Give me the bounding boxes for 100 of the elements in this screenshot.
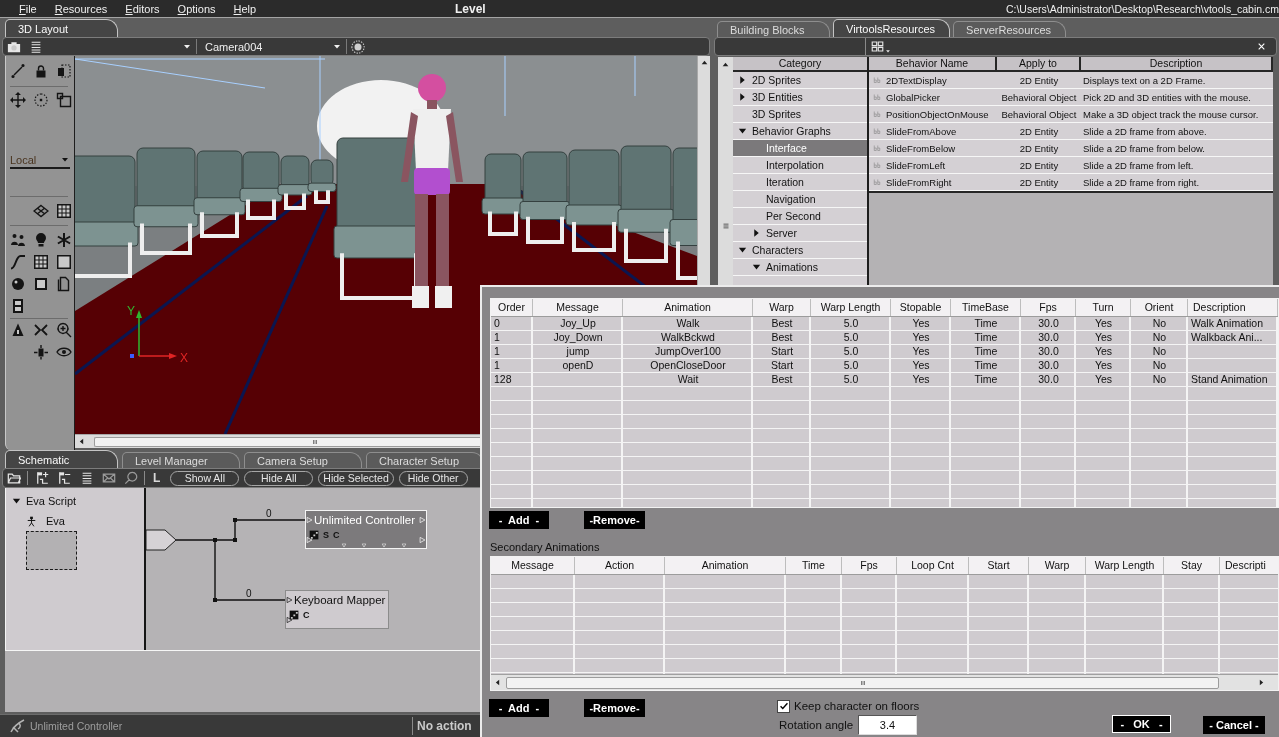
category-item[interactable]: 3D Sprites <box>733 106 867 123</box>
behavior-node[interactable]: Keyboard Mapper C <box>285 590 389 629</box>
tab[interactable]: Schematic <box>5 450 118 468</box>
parameter-port-icon[interactable] <box>340 543 348 548</box>
parameter-port-icon[interactable] <box>360 543 368 548</box>
expand-arrow-icon[interactable] <box>12 496 21 506</box>
menu-item[interactable]: Editors <box>125 2 160 15</box>
asterisk-icon[interactable] <box>56 232 72 248</box>
add-button[interactable]: - Add - <box>489 699 549 717</box>
behavior-node[interactable]: Unlimited Controller S C <box>305 510 427 549</box>
envelope-icon[interactable] <box>102 471 116 485</box>
flag-minus-icon[interactable] <box>58 471 72 485</box>
scale-icon[interactable] <box>56 92 72 108</box>
tab[interactable]: VirtoolsResources <box>833 19 951 37</box>
behavior-row[interactable]: PositionObjectOnMouse Behavioral Object Make a 3D object track the mouse cursor. <box>869 106 1273 123</box>
scroll-up-arrow[interactable] <box>699 58 709 67</box>
sphere-icon[interactable] <box>351 39 365 54</box>
people-icon[interactable] <box>10 232 26 248</box>
bulb-icon[interactable] <box>33 232 49 248</box>
tiles-icon[interactable] <box>870 40 885 53</box>
dashed-frame-icon[interactable] <box>56 63 72 79</box>
list-icon[interactable] <box>29 39 43 54</box>
camera-dropdown[interactable]: Camera004 <box>197 39 347 54</box>
filter-button[interactable]: Hide All <box>244 470 314 486</box>
crosshair-icon[interactable] <box>33 344 49 360</box>
tab[interactable]: Camera Setup <box>244 452 362 468</box>
category-item[interactable]: Iteration <box>733 174 867 191</box>
folder-icon[interactable] <box>7 471 21 485</box>
expand-arrow-icon[interactable] <box>738 245 747 255</box>
search-icon[interactable] <box>124 471 138 485</box>
category-item[interactable]: Per Second <box>733 208 867 225</box>
cross-icon[interactable] <box>33 322 49 338</box>
list-icon[interactable] <box>80 471 94 485</box>
curve-icon[interactable] <box>10 254 26 270</box>
menu-item[interactable]: Options <box>177 2 216 15</box>
grid-icon[interactable] <box>56 203 72 219</box>
grid-icon[interactable] <box>33 254 49 270</box>
behavior-row[interactable]: GlobalPicker Behavioral Object Pick 2D and 3D entities with the mouse. <box>869 89 1273 106</box>
behavior-row[interactable]: SlideFromLeft 2D Entity Slide a 2D frame from left. <box>869 157 1273 174</box>
flag-plus-icon[interactable] <box>36 471 50 485</box>
expand-arrow-icon[interactable] <box>752 262 761 272</box>
horizontal-scrollbar[interactable] <box>491 674 1278 690</box>
expand-arrow-icon[interactable] <box>738 92 747 102</box>
filter-button[interactable]: Hide Selected <box>318 470 394 486</box>
sheet-icon[interactable] <box>56 276 72 292</box>
behavior-row[interactable]: SlideFromRight 2D Entity Slide a 2D frame from right. <box>869 174 1273 191</box>
add-button[interactable]: - Add - <box>489 511 549 529</box>
caret-icon[interactable] <box>885 49 891 54</box>
tab[interactable]: Building Blocks <box>717 21 830 37</box>
menu-item[interactable]: Resources <box>54 2 108 15</box>
zoom-icon[interactable] <box>56 322 72 338</box>
cancel-button[interactable]: - Cancel - <box>1203 716 1265 734</box>
input-port-icon[interactable] <box>286 616 293 624</box>
horizontal-scrollbar[interactable] <box>75 434 480 448</box>
select-tool-icon[interactable] <box>10 63 26 79</box>
link-line[interactable] <box>175 518 306 542</box>
camera-icon[interactable] <box>7 39 21 54</box>
remove-button[interactable]: -Remove- <box>584 699 645 717</box>
film-icon[interactable] <box>10 298 26 314</box>
move-icon[interactable] <box>10 92 26 108</box>
input-port-icon[interactable] <box>286 596 293 604</box>
menu-item[interactable]: Help <box>233 2 257 15</box>
grid-plane-icon[interactable] <box>33 203 49 219</box>
scroll-left-arrow[interactable] <box>493 678 502 687</box>
square-icon[interactable] <box>33 276 49 292</box>
category-item[interactable]: 3D Entities <box>733 89 867 106</box>
behavior-row[interactable]: SlideFromAbove 2D Entity Slide a 2D frame from above. <box>869 123 1273 140</box>
ok-button[interactable]: - OK - <box>1112 715 1171 733</box>
scroll-thumb[interactable] <box>94 436 480 447</box>
layer-toggle[interactable]: L <box>153 471 161 485</box>
category-item[interactable]: Characters <box>733 242 867 259</box>
output-port-icon[interactable] <box>419 516 426 524</box>
filter-button[interactable]: Show All <box>170 470 240 486</box>
scroll-up-arrow[interactable] <box>721 60 730 69</box>
triangle-icon[interactable] <box>10 322 26 338</box>
parameter-port-icon[interactable] <box>380 543 388 548</box>
expand-arrow-icon[interactable] <box>738 126 747 136</box>
output-port-icon[interactable] <box>419 536 426 544</box>
tab[interactable]: 3D Layout <box>5 19 118 37</box>
remove-button[interactable]: -Remove- <box>584 511 645 529</box>
tab[interactable]: ServerResources <box>953 21 1067 37</box>
category-item[interactable]: 2D Sprites <box>733 72 867 89</box>
category-item[interactable]: Interface <box>733 140 867 157</box>
checkbox[interactable] <box>777 699 790 713</box>
behavior-row[interactable]: 2DTextDisplay 2D Entity Displays text on a 2D Frame. <box>869 72 1273 89</box>
tab[interactable]: Level Manager <box>122 452 240 468</box>
behavior-row[interactable]: SlideFromBelow 2D Entity Slide a 2D frame from below. <box>869 140 1273 157</box>
expand-arrow-icon[interactable] <box>738 75 747 85</box>
vertical-scrollbar[interactable] <box>697 56 710 285</box>
rotation-angle-field[interactable]: 3.4 <box>858 715 917 735</box>
vertical-scrollbar[interactable] <box>718 57 733 285</box>
object-item[interactable]: Eva <box>12 515 144 527</box>
link-line[interactable] <box>213 539 286 602</box>
category-item[interactable]: Navigation <box>733 191 867 208</box>
script-item[interactable]: Eva Script <box>12 495 144 507</box>
expand-arrow-icon[interactable] <box>752 228 761 238</box>
rotate-icon[interactable] <box>33 92 49 108</box>
coordinate-dropdown[interactable]: Local <box>10 152 70 169</box>
category-item[interactable]: Animations <box>733 259 867 276</box>
parameter-port-icon[interactable] <box>400 543 408 548</box>
